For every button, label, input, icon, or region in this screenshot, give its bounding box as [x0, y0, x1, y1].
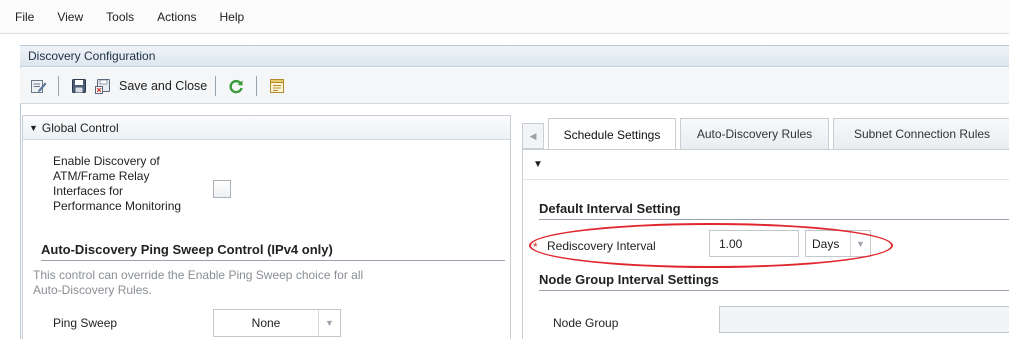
- schedule-settings-panel: ▼ Default Interval Setting * Rediscovery…: [522, 149, 1009, 339]
- chevron-down-icon[interactable]: ▼: [850, 231, 870, 256]
- panel-menu-caret-icon[interactable]: ▼: [533, 159, 543, 170]
- ping-sweep-label: Ping Sweep: [53, 316, 118, 330]
- save-and-close-button[interactable]: Save and Close: [119, 79, 207, 93]
- menu-actions[interactable]: Actions: [157, 10, 196, 24]
- ping-sweep-help-text: This control can override the Enable Pin…: [33, 268, 453, 298]
- toolbar-separator: [58, 75, 59, 96]
- node-group-label: Node Group: [553, 316, 619, 330]
- atm-label-line: Interfaces for: [53, 184, 124, 198]
- tab-schedule-settings[interactable]: Schedule Settings: [548, 118, 676, 150]
- tab-strip: ◀ Schedule Settings Auto-Discovery Rules…: [522, 118, 1009, 150]
- toolbar: Save and Close: [20, 68, 1009, 104]
- atm-label-line: Performance Monitoring: [53, 199, 182, 213]
- tab-scroll-left-icon[interactable]: ◀: [522, 123, 544, 149]
- ping-sweep-select[interactable]: None ▼: [213, 309, 341, 337]
- toolbar-separator: [256, 75, 258, 96]
- chevron-down-icon[interactable]: ▼: [318, 310, 340, 336]
- atm-frame-relay-checkbox[interactable]: [213, 180, 231, 198]
- node-group-section-title: Node Group Interval Settings: [539, 272, 1009, 291]
- global-control-header[interactable]: ▼ Global Control: [23, 116, 510, 140]
- node-group-input[interactable]: [719, 306, 1009, 333]
- menu-tools[interactable]: Tools: [106, 10, 134, 24]
- required-marker: *: [533, 240, 538, 254]
- global-control-title: Global Control: [41, 120, 119, 135]
- atm-frame-relay-label: Enable Discovery of ATM/Frame Relay Inte…: [53, 154, 203, 214]
- menu-view[interactable]: View: [57, 10, 83, 24]
- rediscovery-interval-label: Rediscovery Interval: [547, 239, 656, 253]
- toolbar-separator: [215, 75, 217, 96]
- menu-file[interactable]: File: [15, 10, 34, 24]
- ping-sweep-value: None: [251, 316, 281, 330]
- help-text-line: Auto-Discovery Rules.: [33, 283, 152, 297]
- menu-help[interactable]: Help: [220, 10, 245, 24]
- window-titlebar: Discovery Configuration: [20, 45, 1009, 67]
- edit-icon[interactable]: [29, 77, 47, 95]
- atm-label-line: Enable Discovery of: [53, 154, 160, 168]
- rediscovery-unit-value: Days: [812, 236, 840, 251]
- atm-label-line: ATM/Frame Relay: [53, 169, 150, 183]
- export-icon[interactable]: [268, 77, 286, 95]
- panel-options-bar: ▼: [523, 150, 1009, 180]
- help-text-line: This control can override the Enable Pin…: [33, 268, 364, 282]
- rediscovery-interval-value: 1.00: [719, 236, 743, 251]
- save-and-close-icon[interactable]: [94, 77, 112, 95]
- default-interval-section-title: Default Interval Setting: [539, 201, 1009, 220]
- tab-subnet-connection-rules[interactable]: Subnet Connection Rules: [833, 118, 1009, 149]
- global-control-panel: ▼ Global Control Enable Discovery of ATM…: [22, 115, 511, 339]
- rediscovery-unit-select[interactable]: Days ▼: [805, 230, 871, 257]
- ping-sweep-section-title: Auto-Discovery Ping Sweep Control (IPv4 …: [41, 242, 505, 261]
- rediscovery-interval-input[interactable]: 1.00: [709, 230, 799, 257]
- tab-auto-discovery-rules[interactable]: Auto-Discovery Rules: [680, 118, 829, 149]
- menu-bar: File View Tools Actions Help: [0, 0, 1009, 34]
- window-title: Discovery Configuration: [28, 49, 156, 63]
- collapse-caret-icon[interactable]: ▼: [29, 123, 38, 133]
- save-icon[interactable]: [70, 77, 88, 95]
- refresh-icon[interactable]: [227, 77, 245, 95]
